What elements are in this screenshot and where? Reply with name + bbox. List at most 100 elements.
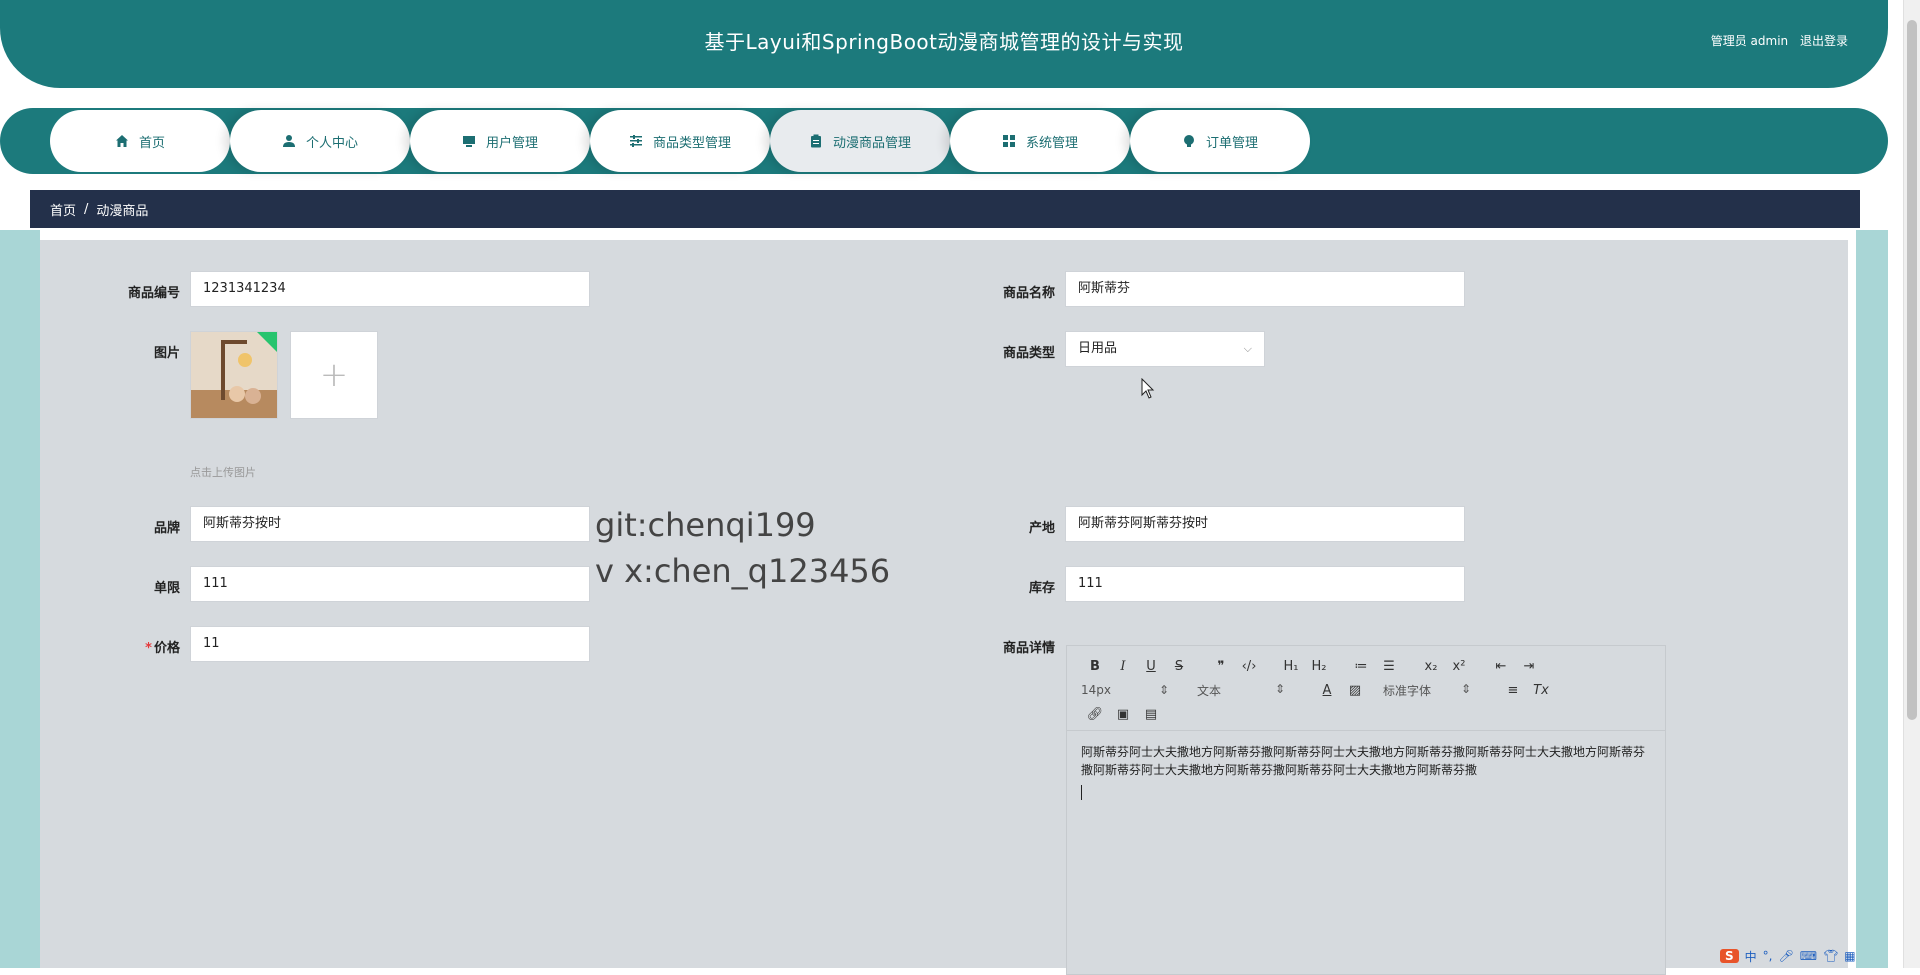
- font-color-icon[interactable]: A: [1313, 683, 1341, 698]
- clipboard-icon: [810, 134, 821, 148]
- rich-text-editor: B I U S ❞ ‹/› H₁ H₂ ≔ ☰ x₂ x² ⇤ ⇥ 14px ⇕ …: [1066, 645, 1666, 975]
- watermark-line1: git:chenqi199: [595, 506, 816, 544]
- origin-input[interactable]: 阿斯蒂芬阿斯蒂芬按时: [1065, 506, 1465, 542]
- video-icon[interactable]: ▤: [1137, 707, 1165, 722]
- price-label-wrap: * 价格: [80, 637, 180, 656]
- heading1-icon[interactable]: H₁: [1277, 659, 1305, 674]
- ordered-list-icon[interactable]: ≔: [1347, 659, 1375, 674]
- upload-hint: 点击上传图片: [190, 466, 256, 479]
- underline-icon[interactable]: U: [1137, 659, 1165, 674]
- plus-icon: +: [319, 355, 349, 395]
- nav-label: 用户管理: [485, 135, 538, 151]
- nav-item-home[interactable]: 首页: [50, 110, 230, 172]
- image-label: 图片: [153, 346, 180, 361]
- clear-format-icon[interactable]: Tx: [1527, 683, 1555, 698]
- name-input[interactable]: 阿斯蒂芬: [1065, 271, 1465, 307]
- background-color-icon[interactable]: ▨: [1341, 683, 1369, 698]
- text-caret: [1081, 785, 1082, 800]
- user-icon: [282, 135, 295, 147]
- image-icon[interactable]: ▣: [1109, 707, 1137, 722]
- indent-icon[interactable]: ⇥: [1515, 659, 1543, 674]
- strikethrough-icon[interactable]: S: [1165, 659, 1193, 674]
- detail-label: 商品详情: [1002, 641, 1055, 656]
- font-size-select[interactable]: 14px ⇕: [1081, 683, 1175, 697]
- limit-label: 单限: [153, 581, 180, 596]
- toolbar-row-3: 🔗︎ ▣ ▤: [1081, 702, 1655, 726]
- nav-item-category[interactable]: 商品类型管理: [590, 110, 770, 172]
- grid-icon: [1002, 135, 1015, 147]
- block-type-value: 文本: [1197, 683, 1222, 698]
- block-type-select[interactable]: 文本 ⇕: [1197, 682, 1291, 699]
- italic-icon[interactable]: I: [1109, 659, 1137, 674]
- top-header: 基于Layui和SpringBoot动漫商城管理的设计与实现 管理员 admin…: [0, 0, 1888, 88]
- nav-item-system[interactable]: 系统管理: [950, 110, 1130, 172]
- shirt-icon[interactable]: 👕︎: [1823, 949, 1838, 963]
- updown-icon: ⇕: [1460, 681, 1471, 696]
- product-photo: [191, 332, 277, 418]
- font-family-value: 标准字体: [1383, 683, 1432, 698]
- name-label: 商品名称: [1002, 286, 1055, 301]
- limit-input[interactable]: 111: [190, 566, 590, 602]
- code-label: 商品编号: [127, 286, 180, 301]
- link-icon[interactable]: 🔗︎: [1081, 707, 1109, 722]
- main-navbar: 首页 个人中心 用户管理 商品类型管理 动漫商品管理 系统管理 订单管理: [0, 108, 1888, 174]
- type-select[interactable]: 日用品 ⌵: [1065, 331, 1265, 367]
- breadcrumb-separator: /: [84, 201, 89, 217]
- nav-item-orders[interactable]: 订单管理: [1130, 110, 1310, 172]
- punctuation-icon[interactable]: °,: [1763, 949, 1773, 963]
- updown-icon: ⇕: [1274, 681, 1285, 696]
- heading2-icon[interactable]: H₂: [1305, 659, 1333, 674]
- outdent-icon[interactable]: ⇤: [1487, 659, 1515, 674]
- subscript-icon[interactable]: x₂: [1417, 659, 1445, 674]
- editor-toolbar: B I U S ❞ ‹/› H₁ H₂ ≔ ☰ x₂ x² ⇤ ⇥ 14px ⇕ …: [1067, 646, 1665, 731]
- keyboard-icon[interactable]: ⌨: [1800, 949, 1817, 963]
- system-tray: S 中 °, 🎤︎ ⌨ 👕︎ ▦: [1720, 944, 1900, 968]
- nav-label: 商品类型管理: [652, 135, 731, 151]
- nav-label: 订单管理: [1205, 135, 1258, 151]
- code-icon[interactable]: ‹/›: [1235, 659, 1263, 674]
- monitor-icon: [462, 136, 475, 147]
- microphone-icon[interactable]: 🎤︎: [1779, 949, 1794, 963]
- apps-icon[interactable]: ▦: [1844, 949, 1855, 963]
- type-select-value: 日用品: [1078, 341, 1118, 356]
- nav-item-profile[interactable]: 个人中心: [230, 110, 410, 172]
- breadcrumb-home[interactable]: 首页: [50, 200, 76, 219]
- page-scrollbar[interactable]: [1903, 0, 1920, 968]
- mouse-cursor-icon: [1141, 378, 1155, 399]
- brand-input[interactable]: 阿斯蒂芬按时: [190, 506, 590, 542]
- stock-label: 库存: [1028, 581, 1055, 596]
- bullet-list-icon[interactable]: ☰: [1375, 659, 1403, 674]
- stock-input[interactable]: 111: [1065, 566, 1465, 602]
- scrollbar-thumb[interactable]: [1907, 20, 1917, 720]
- nav-items: 首页 个人中心 用户管理 商品类型管理 动漫商品管理 系统管理 订单管理: [50, 110, 1310, 172]
- origin-label: 产地: [1028, 521, 1055, 536]
- superscript-icon[interactable]: x²: [1445, 659, 1473, 674]
- nav-item-products[interactable]: 动漫商品管理: [770, 110, 950, 172]
- logout-link[interactable]: 退出登录: [1800, 34, 1848, 48]
- chevron-down-icon: ⌵: [1243, 342, 1252, 355]
- font-family-select[interactable]: 标准字体 ⇕: [1383, 682, 1477, 699]
- align-icon[interactable]: ≡: [1499, 683, 1527, 698]
- nav-item-users[interactable]: 用户管理: [410, 110, 590, 172]
- side-band-right: [1856, 230, 1888, 968]
- price-input[interactable]: 11: [190, 626, 590, 662]
- upload-image-button[interactable]: +: [290, 331, 378, 419]
- bold-icon[interactable]: B: [1081, 659, 1109, 674]
- quote-icon[interactable]: ❞: [1207, 659, 1235, 674]
- home-icon: [115, 135, 128, 147]
- required-marker: *: [145, 641, 152, 656]
- user-area: 管理员 admin 退出登录: [1703, 32, 1848, 49]
- nav-label: 首页: [138, 135, 165, 151]
- nav-label: 系统管理: [1025, 135, 1078, 151]
- code-input[interactable]: 1231341234: [190, 271, 590, 307]
- watermark-line2: v x:chen_q123456: [595, 552, 891, 590]
- breadcrumb: 首页 / 动漫商品: [30, 190, 1860, 228]
- sliders-icon: [629, 135, 642, 147]
- type-label: 商品类型: [1002, 346, 1055, 361]
- editor-content[interactable]: 阿斯蒂芬阿士大夫撒地方阿斯蒂芬撒阿斯蒂芬阿士大夫撒地方阿斯蒂芬撒阿斯蒂芬阿士大夫…: [1067, 731, 1665, 817]
- ime-logo-icon[interactable]: S: [1720, 949, 1739, 963]
- bulb-icon: [1183, 135, 1194, 147]
- toolbar-row-1: B I U S ❞ ‹/› H₁ H₂ ≔ ☰ x₂ x² ⇤ ⇥: [1081, 654, 1655, 678]
- product-image-thumbnail[interactable]: [190, 331, 278, 419]
- ime-mode[interactable]: 中: [1745, 948, 1757, 965]
